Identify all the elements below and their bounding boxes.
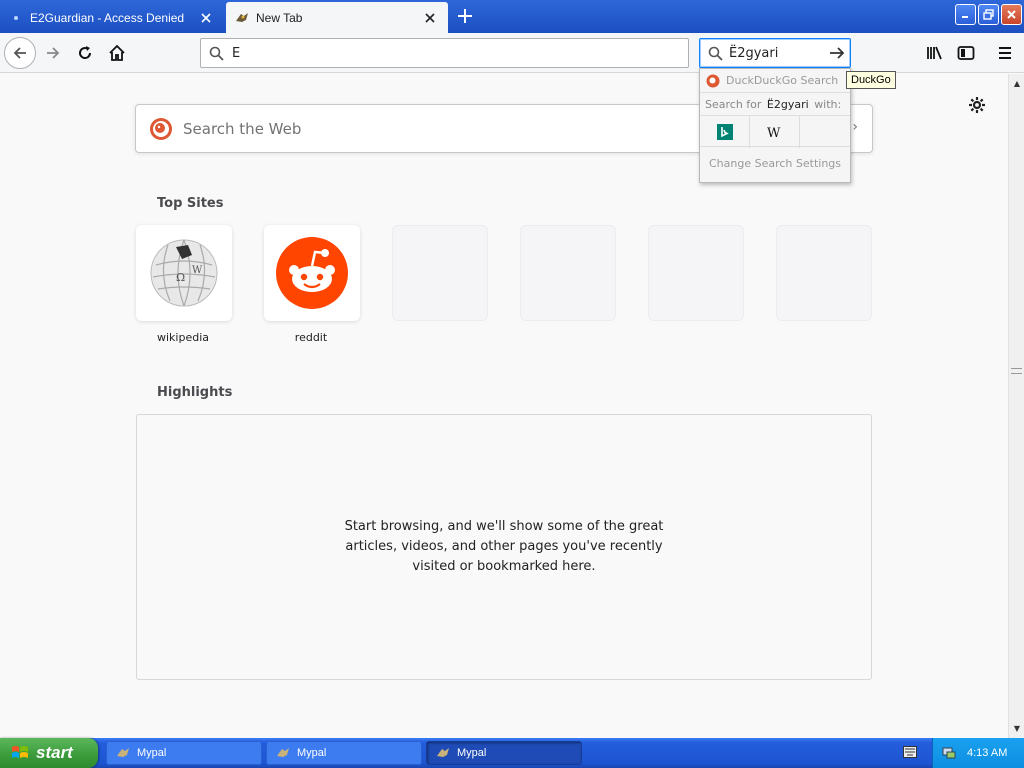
search-for-prefix: Search for (705, 97, 762, 111)
taskbar-item-mypal-active[interactable]: Mypal (426, 741, 582, 765)
minimize-button[interactable] (955, 4, 976, 25)
top-site-wikipedia[interactable]: Ω W (136, 225, 232, 321)
task-label: Mypal (297, 747, 327, 759)
tooltip: DuckGo (846, 71, 896, 89)
wikipedia-icon: W (767, 126, 781, 139)
search-for-term: Ë2gyari (766, 97, 809, 111)
duckduckgo-icon (149, 117, 173, 141)
search-icon (209, 46, 224, 61)
top-site-empty (392, 225, 488, 321)
taskbar: start Mypal Mypal Mypal 4:13 AM (0, 738, 1024, 768)
mypal-icon (234, 10, 250, 26)
highlights-message: Start browsing, and we'll show some of t… (344, 519, 664, 574)
highlights-title: Highlights (157, 385, 233, 400)
reddit-icon (276, 237, 348, 309)
sidebar-button[interactable] (951, 38, 981, 68)
wikipedia-engine-button[interactable]: W (750, 116, 800, 148)
arrow-left-icon (13, 47, 26, 59)
hamburger-menu-icon (999, 47, 1011, 59)
top-site-empty (520, 225, 616, 321)
mypal-icon (117, 748, 129, 757)
mypal-icon (437, 748, 449, 757)
clock[interactable]: 4:13 AM (967, 747, 1007, 759)
reload-icon (79, 46, 92, 59)
sidebar-icon (957, 46, 975, 60)
scroll-down-arrow-icon[interactable]: ▼ (1010, 721, 1024, 736)
restore-button[interactable] (978, 4, 999, 25)
url-input[interactable]: E (232, 46, 240, 61)
forward-button[interactable] (38, 38, 68, 68)
top-site-label: reddit (294, 331, 328, 344)
highlights-empty-state: Start browsing, and we'll show some of t… (136, 414, 872, 680)
top-sites-title: Top Sites (157, 196, 224, 211)
search-suggestions-popup: DuckDuckGo Search Search for Ë2gyari wit… (699, 68, 851, 183)
scroll-up-arrow-icon[interactable]: ▲ (1010, 76, 1024, 91)
home-icon (109, 44, 125, 61)
library-icon (927, 46, 942, 60)
gear-icon[interactable] (966, 94, 988, 116)
url-bar[interactable]: E (200, 38, 689, 68)
reload-button[interactable] (70, 38, 100, 68)
search-placeholder: Search the Web (183, 119, 302, 138)
arrow-right-icon (47, 47, 60, 59)
chevron-right-icon[interactable]: › (852, 119, 858, 135)
top-site-empty (648, 225, 744, 321)
svg-text:W: W (192, 265, 203, 276)
taskbar-item-mypal[interactable]: Mypal (266, 741, 422, 765)
mypal-icon (277, 748, 289, 757)
close-tab-icon[interactable] (194, 6, 218, 30)
tab-strip: E2Guardian - Access Denied New Tab (0, 0, 1024, 33)
current-engine-row[interactable]: DuckDuckGo Search (700, 69, 850, 93)
bing-engine-button[interactable] (700, 116, 750, 148)
engine-slot-empty (800, 116, 850, 148)
top-site-label: wikipedia (156, 331, 209, 344)
tab-new-tab[interactable]: New Tab (226, 2, 448, 33)
close-tab-icon[interactable] (418, 6, 442, 30)
search-for-suffix: with: (814, 97, 842, 111)
dot-icon (8, 10, 24, 26)
start-label: start (36, 743, 73, 762)
close-window-button[interactable] (1001, 4, 1022, 25)
alt-engines-row: W (700, 115, 850, 148)
search-for-label: Search for Ë2gyari with: (700, 93, 850, 115)
home-button[interactable] (102, 38, 132, 68)
tab-title: E2Guardian - Access Denied (30, 10, 185, 25)
menu-button[interactable] (990, 38, 1020, 68)
wikipedia-globe-icon: Ω W (150, 239, 218, 307)
vertical-scrollbar[interactable]: ▲ ▼ (1008, 74, 1024, 738)
keyboard-icon[interactable] (903, 746, 917, 758)
svg-text:Ω: Ω (176, 271, 185, 284)
svg-text:W: W (767, 126, 781, 139)
top-site-empty (776, 225, 872, 321)
bing-icon (716, 124, 733, 140)
taskbar-item-mypal[interactable]: Mypal (106, 741, 262, 765)
engine-name: DuckDuckGo Search (726, 74, 839, 87)
top-site-reddit[interactable] (264, 225, 360, 321)
search-input[interactable]: Ë2gyari (729, 46, 824, 61)
task-label: Mypal (137, 747, 167, 759)
newtab-page: Search the Web › Top Sites Ω W wikipedia… (0, 74, 1008, 738)
start-button[interactable]: start (0, 738, 98, 768)
tab-title: New Tab (256, 10, 303, 25)
new-tab-button[interactable] (452, 4, 478, 28)
duckduckgo-icon (706, 74, 720, 87)
go-arrow-icon[interactable] (824, 46, 850, 60)
change-search-settings[interactable]: Change Search Settings (700, 147, 850, 179)
windows-flag-icon (12, 746, 28, 758)
search-icon (708, 46, 723, 61)
scroll-grip[interactable] (1011, 368, 1022, 374)
task-label: Mypal (457, 747, 487, 759)
network-icon[interactable] (941, 745, 957, 761)
back-button[interactable] (4, 37, 36, 69)
nav-toolbar: E Ë2gyari (0, 33, 1024, 73)
system-tray: 4:13 AM (932, 738, 1024, 768)
tab-e2guardian[interactable]: E2Guardian - Access Denied (0, 2, 224, 33)
search-bar[interactable]: Ë2gyari (699, 38, 851, 68)
library-button[interactable] (920, 38, 950, 68)
